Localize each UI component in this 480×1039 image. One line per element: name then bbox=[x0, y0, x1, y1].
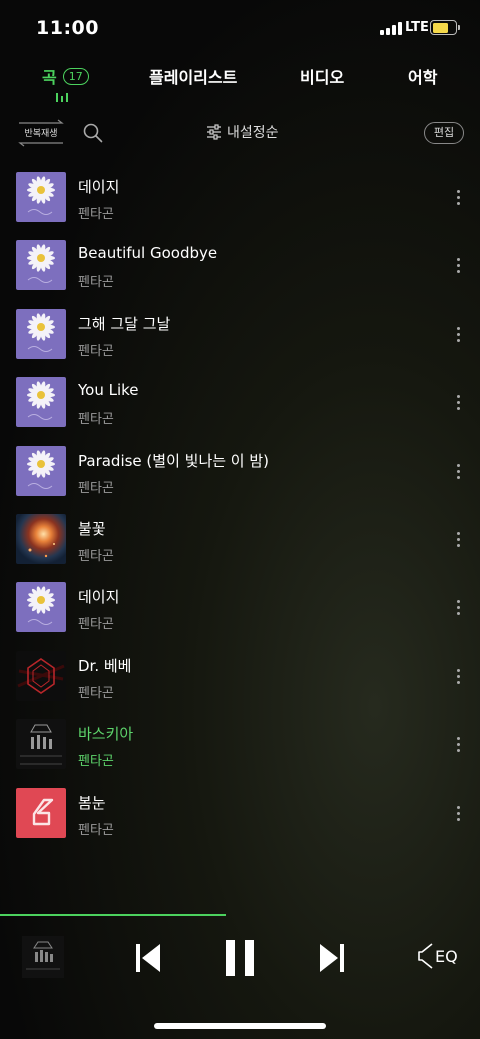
album-art bbox=[16, 650, 66, 701]
pause-button[interactable] bbox=[224, 938, 256, 978]
song-artist: 펜타곤 bbox=[78, 617, 114, 633]
more-options-icon[interactable] bbox=[452, 804, 466, 824]
song-row-now-playing[interactable]: 바스키아펜타곤 bbox=[0, 705, 480, 773]
signal-icon bbox=[380, 22, 402, 35]
sort-label: 내설정순 bbox=[227, 125, 279, 141]
album-art bbox=[16, 377, 66, 428]
song-artist: 펜타곤 bbox=[78, 685, 114, 701]
song-title: You Like bbox=[78, 381, 139, 400]
song-title: Paradise (별이 빛나는 이 밤) bbox=[78, 451, 270, 470]
playing-equalizer-icon bbox=[56, 93, 70, 102]
tab-playlists[interactable]: 플레이리스트 bbox=[149, 64, 237, 88]
song-row[interactable]: 불꽃펜타곤 bbox=[0, 500, 480, 568]
more-options-icon[interactable] bbox=[452, 256, 466, 276]
song-artist: 펜타곤 bbox=[78, 822, 114, 838]
song-title: Beautiful Goodbye bbox=[78, 244, 218, 263]
more-options-icon[interactable] bbox=[452, 393, 466, 413]
more-options-icon[interactable] bbox=[452, 598, 466, 618]
song-title: Dr. 베베 bbox=[78, 656, 132, 675]
song-title: 바스키아 bbox=[78, 725, 134, 744]
song-row[interactable]: 데이지펜타곤 bbox=[0, 568, 480, 636]
song-artist: 펜타곤 bbox=[78, 275, 114, 291]
song-artist: 펜타곤 bbox=[78, 480, 114, 496]
album-art bbox=[16, 240, 66, 291]
song-row[interactable]: 그해 그달 그날펜타곤 bbox=[0, 295, 480, 363]
song-title: 데이지 bbox=[78, 588, 120, 607]
song-artist: 펜타곤 bbox=[78, 412, 114, 428]
album-art bbox=[16, 172, 66, 222]
more-options-icon[interactable] bbox=[452, 188, 466, 208]
song-title: 불꽃 bbox=[78, 520, 106, 538]
song-title: 그해 그달 그날 bbox=[78, 314, 171, 333]
album-art bbox=[16, 445, 66, 496]
more-options-icon[interactable] bbox=[452, 325, 466, 345]
filter-icon bbox=[207, 124, 221, 140]
more-options-icon[interactable] bbox=[452, 735, 466, 755]
album-art bbox=[16, 582, 66, 633]
more-options-icon[interactable] bbox=[452, 462, 466, 482]
song-title: 봄눈 bbox=[78, 793, 106, 812]
search-icon[interactable] bbox=[82, 122, 104, 144]
repeat-button[interactable]: 반복재생 bbox=[16, 118, 66, 148]
song-artist: 펜타곤 bbox=[78, 207, 114, 222]
network-type: LTE bbox=[405, 20, 429, 35]
repeat-label: 반복재생 bbox=[24, 129, 58, 139]
song-row[interactable]: 데이지펜타곤 bbox=[0, 158, 480, 226]
previous-track-button[interactable] bbox=[134, 940, 162, 976]
more-options-icon[interactable] bbox=[452, 667, 466, 687]
tab-videos[interactable]: 비디오 bbox=[300, 64, 344, 88]
song-artist: 펜타곤 bbox=[78, 754, 114, 770]
next-track-button[interactable] bbox=[318, 940, 346, 976]
song-row[interactable]: Paradise (별이 빛나는 이 밤) 펜타곤 bbox=[0, 432, 480, 500]
tab-songs[interactable]: 곡 17 bbox=[42, 64, 89, 88]
battery-icon bbox=[430, 20, 460, 35]
song-artist: 펜타곤 bbox=[78, 549, 114, 564]
sort-button[interactable]: 내설정순 bbox=[206, 122, 279, 142]
song-row[interactable]: Dr. 베베펜타곤 bbox=[0, 637, 480, 705]
speaker-icon bbox=[418, 943, 433, 969]
tab-language[interactable]: 어학 bbox=[408, 64, 437, 88]
edit-button[interactable]: 편집 bbox=[424, 122, 464, 144]
song-row[interactable]: 봄눈펜타곤 bbox=[0, 774, 480, 842]
status-bar: 11:00 LTE bbox=[0, 0, 480, 56]
song-row[interactable]: Beautiful Goodbye 펜타곤 bbox=[0, 226, 480, 294]
album-art bbox=[16, 719, 66, 770]
song-row[interactable]: You Like 펜타곤 bbox=[0, 363, 480, 431]
eq-label: EQ bbox=[435, 946, 458, 966]
song-title: 데이지 bbox=[78, 178, 120, 196]
tab-songs-label: 곡 bbox=[42, 68, 57, 87]
song-count-badge: 17 bbox=[62, 67, 89, 85]
now-playing-album-art[interactable] bbox=[22, 936, 64, 978]
equalizer-button[interactable]: EQ bbox=[418, 942, 458, 970]
more-options-icon[interactable] bbox=[452, 530, 466, 550]
home-indicator[interactable] bbox=[154, 1023, 326, 1029]
song-artist: 펜타곤 bbox=[78, 343, 114, 359]
album-art bbox=[16, 514, 66, 564]
playback-progress[interactable] bbox=[0, 914, 226, 916]
album-art bbox=[16, 308, 66, 359]
clock: 11:00 bbox=[36, 17, 99, 39]
album-art bbox=[16, 787, 66, 838]
